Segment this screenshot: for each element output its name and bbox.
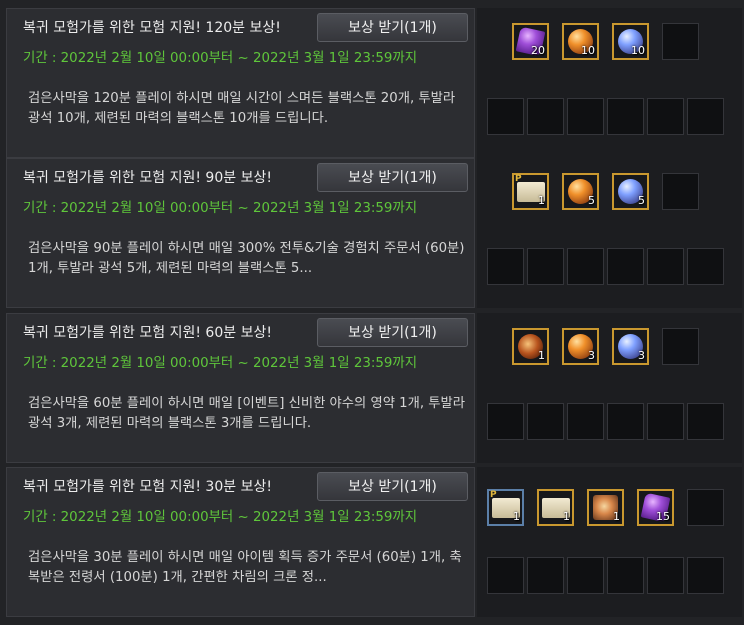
item-count: 1	[513, 510, 520, 523]
empty-slot	[527, 248, 564, 285]
empty-slot	[662, 173, 699, 210]
reward-period: 기간 : 2022년 2월 10일 00:00부터 ~ 2022년 3월 1일 …	[23, 201, 418, 216]
item-count: 3	[638, 349, 645, 362]
empty-slot	[567, 403, 604, 440]
item-count: 20	[531, 44, 545, 57]
reward-card: 복귀 모험가를 위한 모험 지원! 120분 보상! 보상 받기(1개) 기간 : …	[6, 8, 742, 158]
reward-title: 복귀 모험가를 위한 모험 지원! 30분 보상!	[23, 479, 272, 495]
claim-reward-button[interactable]: 보상 받기(1개)	[317, 318, 468, 347]
premium-mark: P	[490, 490, 497, 500]
reward-item-slot[interactable]: 1	[537, 489, 574, 526]
reward-description: 검은사막을 30분 플레이 하시면 매일 아이템 획득 증가 주문서 (60분)…	[28, 550, 462, 585]
empty-slot	[647, 557, 684, 594]
item-count: 5	[588, 194, 595, 207]
empty-slot	[607, 98, 644, 135]
reward-card: 복귀 모험가를 위한 모험 지원! 90분 보상! 보상 받기(1개) 기간 : 2…	[6, 158, 742, 308]
reward-description: 검은사막을 90분 플레이 하시면 매일 300% 전투&기술 경험치 주문서 …	[28, 241, 465, 276]
empty-slot	[662, 23, 699, 60]
claim-reward-button[interactable]: 보상 받기(1개)	[317, 163, 468, 192]
empty-slot	[607, 403, 644, 440]
empty-slot	[567, 557, 604, 594]
item-count: 3	[588, 349, 595, 362]
reward-item-slot[interactable]: 20	[512, 23, 549, 60]
empty-slot	[487, 403, 524, 440]
reward-info-panel: 복귀 모험가를 위한 모험 지원! 120분 보상! 보상 받기(1개) 기간 : …	[6, 8, 475, 158]
reward-list: 복귀 모험가를 위한 모험 지원! 120분 보상! 보상 받기(1개) 기간 : …	[0, 0, 744, 625]
item-count: 1	[563, 510, 570, 523]
claim-reward-button[interactable]: 보상 받기(1개)	[317, 472, 468, 501]
empty-slot	[662, 328, 699, 365]
empty-slot	[647, 403, 684, 440]
reward-slots-panel: P 1 1 1 15	[477, 467, 742, 617]
reward-item-slot[interactable]: 1	[587, 489, 624, 526]
reward-item-slot[interactable]: 3	[612, 328, 649, 365]
empty-slot	[527, 557, 564, 594]
reward-item-slot[interactable]: 15	[637, 489, 674, 526]
empty-slot	[487, 98, 524, 135]
empty-slot	[687, 248, 724, 285]
empty-slot	[567, 98, 604, 135]
item-count: 1	[613, 510, 620, 523]
reward-period: 기간 : 2022년 2월 10일 00:00부터 ~ 2022년 3월 1일 …	[23, 510, 418, 525]
reward-title: 복귀 모험가를 위한 모험 지원! 120분 보상!	[23, 20, 281, 36]
reward-item-slot[interactable]: 1	[512, 328, 549, 365]
empty-slot	[687, 403, 724, 440]
empty-slot	[487, 557, 524, 594]
empty-slot	[647, 248, 684, 285]
reward-item-slot[interactable]: 3	[562, 328, 599, 365]
reward-period: 기간 : 2022년 2월 10일 00:00부터 ~ 2022년 3월 1일 …	[23, 356, 418, 371]
premium-mark: P	[515, 174, 522, 184]
empty-slot	[567, 248, 604, 285]
reward-info-panel: 복귀 모험가를 위한 모험 지원! 90분 보상! 보상 받기(1개) 기간 : 2…	[6, 158, 475, 308]
item-count: 1	[538, 194, 545, 207]
item-count: 10	[631, 44, 645, 57]
reward-title: 복귀 모험가를 위한 모험 지원! 90분 보상!	[23, 170, 272, 186]
reward-card: 복귀 모험가를 위한 모험 지원! 30분 보상! 보상 받기(1개) 기간 : 2…	[6, 467, 742, 617]
empty-slot	[487, 248, 524, 285]
empty-slot	[527, 403, 564, 440]
claim-reward-button[interactable]: 보상 받기(1개)	[317, 13, 468, 42]
reward-item-slot[interactable]: 10	[612, 23, 649, 60]
reward-info-panel: 복귀 모험가를 위한 모험 지원! 30분 보상! 보상 받기(1개) 기간 : 2…	[6, 467, 475, 617]
reward-item-slot[interactable]: 5	[562, 173, 599, 210]
reward-item-slot[interactable]: 10	[562, 23, 599, 60]
reward-card: 복귀 모험가를 위한 모험 지원! 60분 보상! 보상 받기(1개) 기간 : 2…	[6, 313, 742, 463]
item-count: 1	[538, 349, 545, 362]
reward-period: 기간 : 2022년 2월 10일 00:00부터 ~ 2022년 3월 1일 …	[23, 51, 418, 66]
reward-slots-panel: P155	[477, 158, 742, 308]
reward-slots-panel: 20 10 10	[477, 8, 742, 158]
empty-slot	[607, 557, 644, 594]
reward-item-slot[interactable]: 5	[612, 173, 649, 210]
item-count: 15	[656, 510, 670, 523]
empty-slot	[687, 557, 724, 594]
reward-item-slot[interactable]: P1	[512, 173, 549, 210]
reward-description: 검은사막을 60분 플레이 하시면 매일 [이벤트] 신비한 야수의 영약 1개…	[28, 396, 466, 431]
empty-slot	[527, 98, 564, 135]
empty-slot	[687, 98, 724, 135]
reward-info-panel: 복귀 모험가를 위한 모험 지원! 60분 보상! 보상 받기(1개) 기간 : 2…	[6, 313, 475, 463]
empty-slot	[687, 489, 724, 526]
item-count: 5	[638, 194, 645, 207]
reward-title: 복귀 모험가를 위한 모험 지원! 60분 보상!	[23, 325, 272, 341]
empty-slot	[647, 98, 684, 135]
empty-slot	[607, 248, 644, 285]
reward-item-slot[interactable]: P1	[487, 489, 524, 526]
item-count: 10	[581, 44, 595, 57]
reward-description: 검은사막을 120분 플레이 하시면 매일 시간이 스며든 블랙스톤 20개, …	[28, 91, 456, 126]
reward-slots-panel: 1 3 3	[477, 313, 742, 463]
